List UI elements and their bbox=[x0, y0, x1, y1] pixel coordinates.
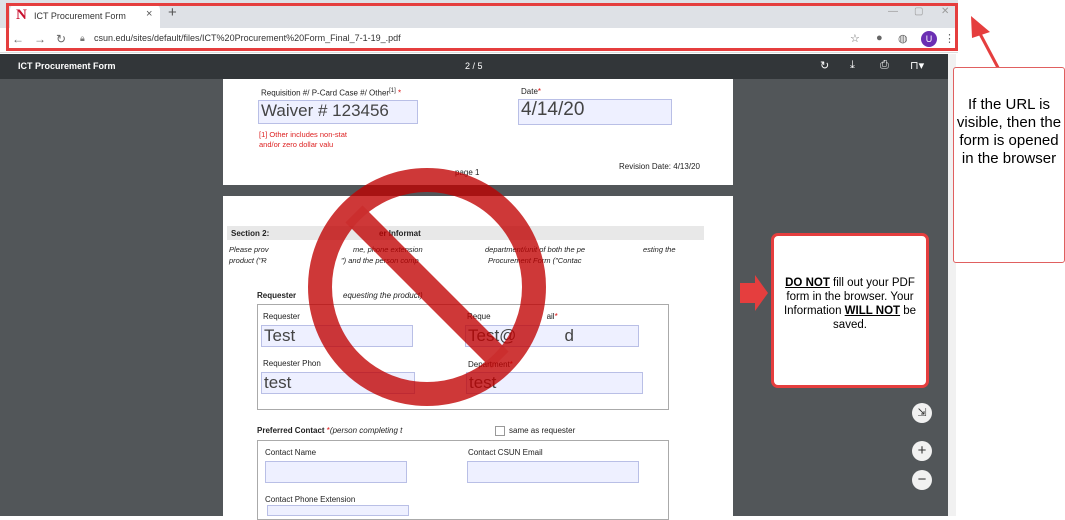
warning-callout: DO NOT fill out your PDF form in the bro… bbox=[771, 233, 929, 388]
warning-text: DO NOT fill out your PDF form in the bro… bbox=[783, 277, 917, 331]
url-note-callout: If the URL is visible, then the form is … bbox=[953, 67, 1065, 263]
prohibition-icon bbox=[308, 168, 546, 406]
arrow-to-callout-icon bbox=[740, 275, 768, 311]
url-note-text: If the URL is visible, then the form is … bbox=[956, 96, 1062, 167]
